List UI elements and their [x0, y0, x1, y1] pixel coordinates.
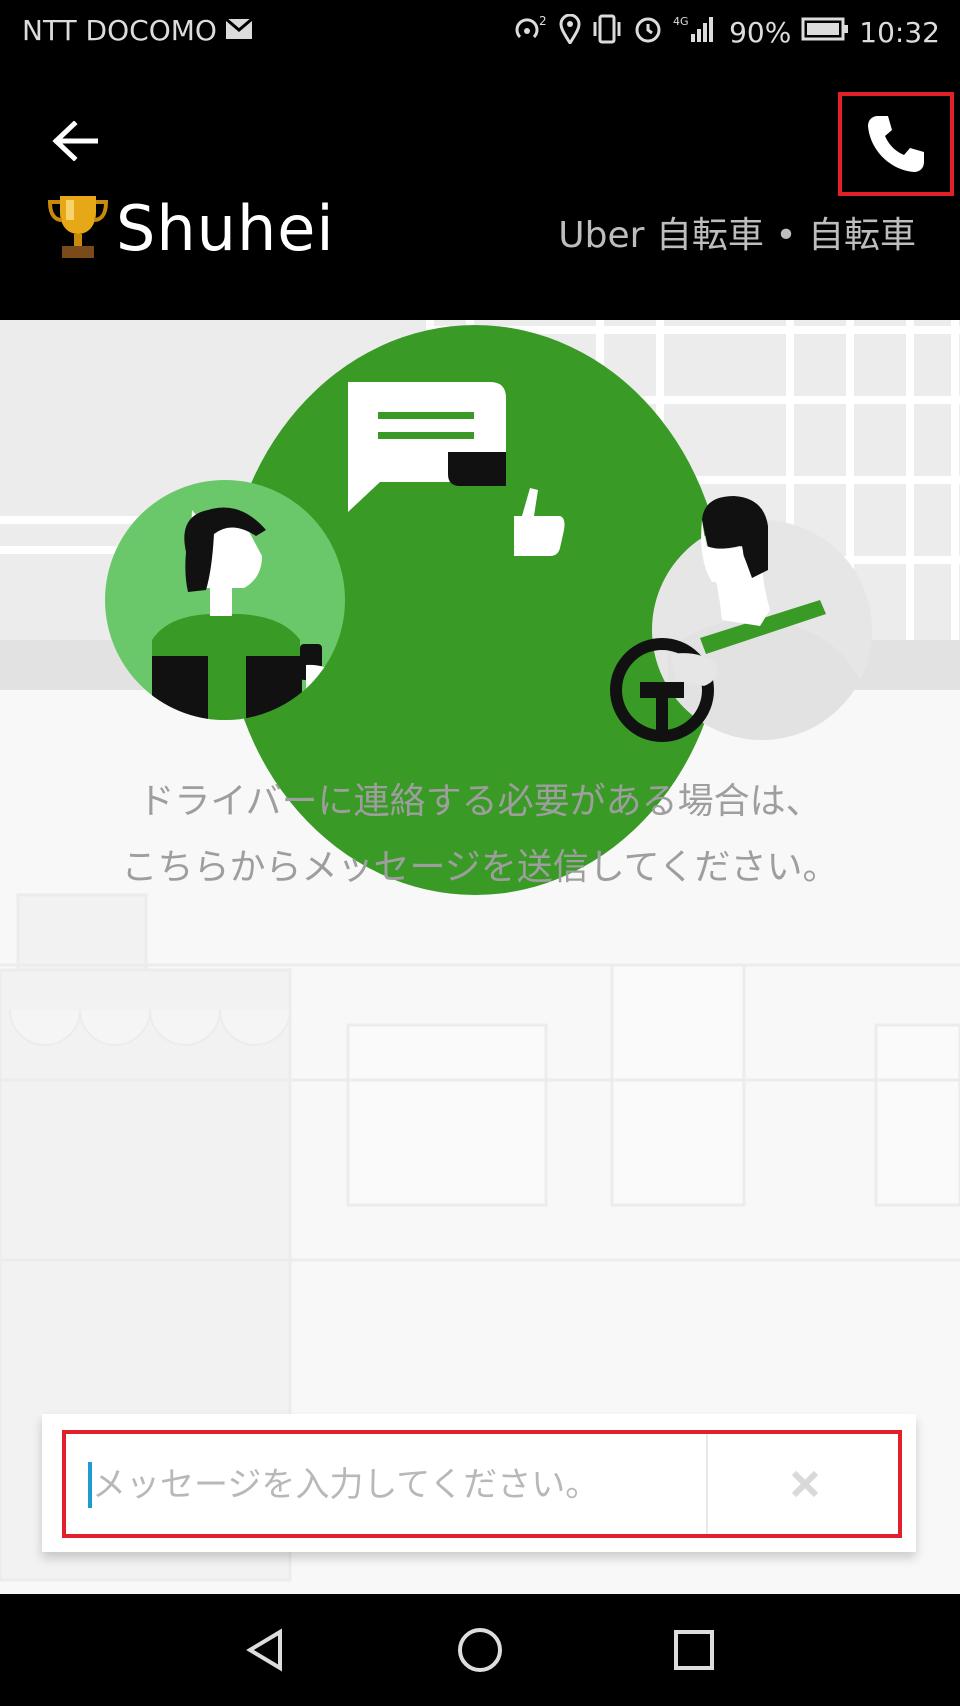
nav-recents-icon — [674, 1630, 714, 1670]
trophy-icon — [46, 190, 110, 266]
nav-recents-button[interactable] — [668, 1624, 720, 1676]
signal-icon: 4G — [673, 14, 719, 51]
contact-illustration — [0, 320, 960, 1594]
back-arrow-icon — [52, 121, 98, 161]
svg-text:2: 2 — [539, 15, 547, 28]
vibrate-icon — [591, 14, 623, 51]
alarm-icon — [633, 14, 663, 51]
chat-header: Shuhei Uber 自転車 • 自転車 — [0, 66, 960, 320]
message-input[interactable] — [90, 1434, 694, 1536]
battery-percent: 90% — [729, 16, 792, 49]
back-button[interactable] — [44, 110, 106, 172]
status-bar: NTT DOCOMO 2 4G 90% 10:32 — [0, 0, 960, 66]
nav-back-icon — [246, 1628, 282, 1672]
clock: 10:32 — [859, 16, 940, 49]
close-icon — [791, 1470, 819, 1498]
driver-name: Shuhei — [116, 191, 335, 265]
chat-content: ドライバーに連絡する必要がある場合は、 こちらからメッセージを送信してください。 — [0, 320, 960, 1594]
driver-info: Shuhei — [46, 190, 335, 266]
location-icon — [559, 13, 581, 51]
battery-icon — [801, 16, 849, 49]
system-nav-bar — [0, 1594, 960, 1706]
phone-icon — [868, 116, 924, 172]
hotspot-icon: 2 — [513, 14, 549, 50]
message-input-box — [62, 1430, 902, 1538]
call-driver-button[interactable] — [838, 92, 954, 196]
svg-text:4G: 4G — [673, 15, 689, 28]
mail-icon — [224, 14, 253, 47]
nav-home-icon — [458, 1628, 502, 1672]
nav-back-button[interactable] — [240, 1624, 292, 1676]
contact-prompt-line2: こちらからメッセージを送信してください。 — [121, 847, 839, 888]
clear-button[interactable] — [708, 1434, 902, 1534]
carrier-label: NTT DOCOMO — [22, 14, 217, 47]
nav-home-button[interactable] — [454, 1624, 506, 1676]
vehicle-info: Uber 自転車 • 自転車 — [558, 215, 916, 256]
contact-prompt-line1: ドライバーに連絡する必要がある場合は、 — [138, 781, 822, 822]
